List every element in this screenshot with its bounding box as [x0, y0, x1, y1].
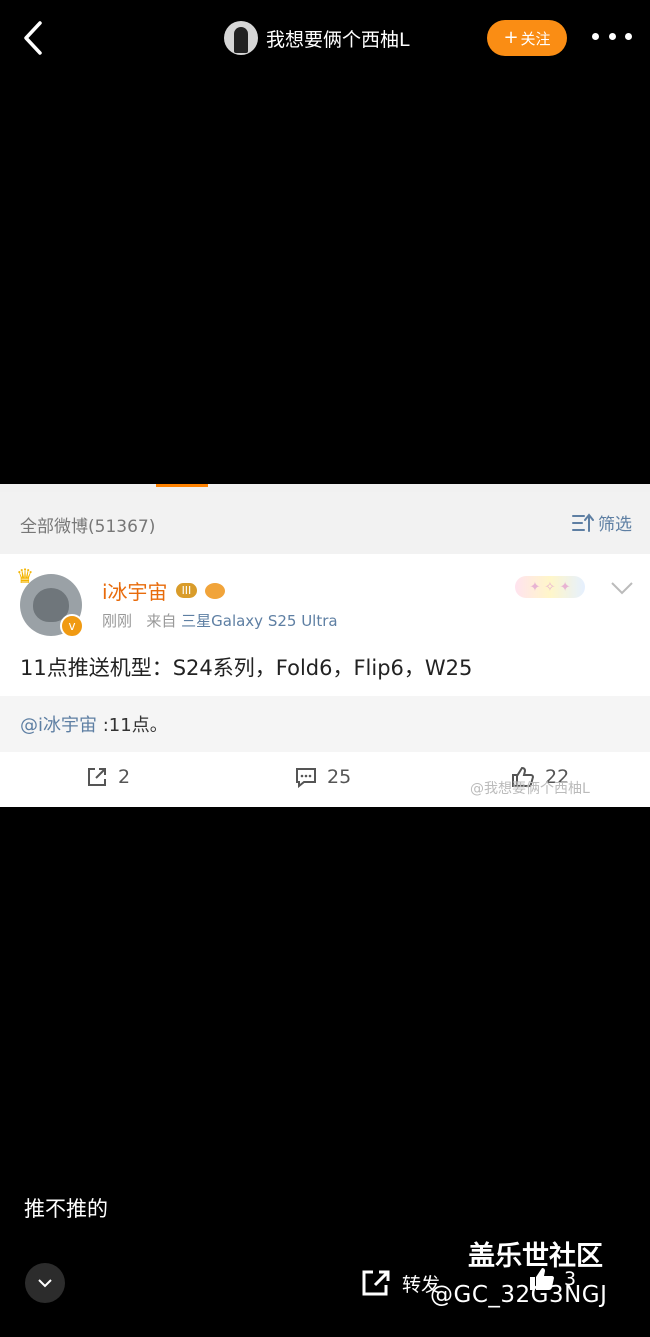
filter-icon — [572, 512, 594, 532]
post-username: i冰宇宙 — [102, 580, 168, 604]
weibo-watermark: @我想要俩个西柚L — [470, 781, 590, 797]
tab-indicator — [156, 484, 208, 487]
comment-action: 25 — [295, 766, 351, 788]
author-name[interactable]: 我想要俩个西柚L — [266, 25, 410, 52]
repost-count: 2 — [118, 766, 131, 788]
collapse-button[interactable] — [25, 1263, 65, 1303]
more-icon[interactable] — [592, 28, 632, 44]
quote-mention: @i冰宇宙 — [20, 715, 98, 736]
chevron-down-icon — [610, 580, 634, 596]
member-badge: III — [175, 583, 198, 598]
follow-button[interactable]: + 关注 — [487, 20, 567, 56]
author-info[interactable]: 我想要俩个西柚L — [224, 20, 410, 56]
verified-icon: v — [60, 614, 84, 638]
post-avatar: ♛ v — [16, 564, 84, 638]
plus-icon: + — [503, 27, 519, 48]
all-posts-label: 全部微博(51367) — [20, 517, 156, 537]
repost-icon — [88, 768, 106, 786]
post-source-device: 三星Galaxy S25 Ultra — [181, 612, 338, 630]
forward-button[interactable]: 转发 — [360, 1268, 440, 1298]
post-username-row: i冰宇宙 III — [102, 576, 226, 605]
quote-text: :11点。 — [97, 715, 168, 736]
community-watermark: 盖乐世社区 — [468, 1241, 603, 1272]
crown-icon: ♛ — [16, 564, 34, 588]
tab-indicator-strip — [0, 484, 650, 492]
avatar[interactable] — [224, 21, 258, 55]
share-icon — [362, 1270, 390, 1296]
bottom-actions: 转发 3 — [360, 1266, 576, 1300]
decoration-card-icon: ✦ ✧ ✦ — [515, 576, 585, 598]
back-icon[interactable] — [18, 20, 50, 56]
filter-button: 筛选 — [572, 510, 632, 535]
top-bar: 我想要俩个西柚L + 关注 — [0, 0, 650, 78]
follow-label: 关注 — [520, 29, 551, 48]
post-time: 刚刚 — [102, 612, 133, 630]
comment-icon — [296, 768, 316, 788]
post-source-prefix: 来自 — [146, 612, 177, 630]
post-meta: 刚刚 来自 三星Galaxy S25 Ultra — [102, 610, 338, 631]
filter-label: 筛选 — [598, 515, 632, 535]
repost-action: 2 — [86, 766, 130, 788]
chevron-down-icon — [38, 1279, 52, 1288]
quoted-post: @i冰宇宙 :11点。 — [0, 696, 650, 752]
user-handle-watermark: @GC_32G3NGJ — [430, 1282, 608, 1308]
embedded-screenshot: 全部微博(51367) 筛选 ♛ v i冰宇宙 III 刚刚 来自 三星Gala… — [0, 484, 650, 807]
filter-bar: 全部微博(51367) 筛选 — [0, 492, 650, 554]
comment-count: 25 — [327, 766, 352, 788]
post-text: 11点推送机型：S24系列，Fold6，Flip6，W25 — [20, 656, 473, 680]
post-caption: 推不推的 — [24, 1197, 108, 1221]
mascot-icon — [205, 582, 226, 599]
post-actions: 2 25 22 @我想要俩个西柚L — [0, 752, 650, 807]
